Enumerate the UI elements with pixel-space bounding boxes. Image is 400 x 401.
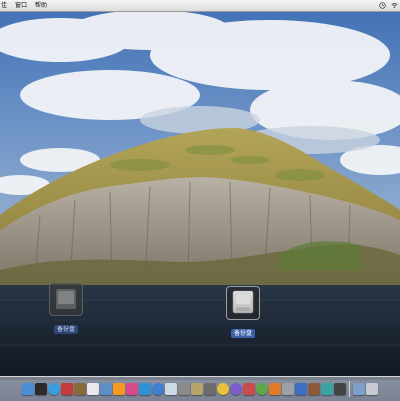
dock-safari-icon[interactable]	[48, 383, 60, 395]
dock-photoshop-icon[interactable]	[139, 383, 151, 395]
menu-bar: 佳 窗口 帮助	[0, 0, 400, 12]
hard-drive-icon	[49, 282, 83, 316]
dock-ical-icon[interactable]	[87, 383, 99, 395]
dock-preview-icon[interactable]	[100, 383, 112, 395]
dock-app-gray-icon[interactable]	[282, 383, 294, 395]
dock-illustrator-icon[interactable]	[113, 383, 125, 395]
dock-indesign-icon[interactable]	[126, 383, 138, 395]
menu-item-help[interactable]: 帮助	[31, 0, 51, 11]
dock-divider	[349, 381, 350, 397]
dock-app-green-icon[interactable]	[256, 383, 268, 395]
dock-app-purple-icon[interactable]	[230, 383, 242, 395]
menu-item-partial[interactable]: 佳	[0, 0, 11, 11]
menu-bar-status-area	[379, 0, 398, 11]
dock-app-yellow-icon[interactable]	[217, 383, 229, 395]
dock-dashboard-icon[interactable]	[35, 383, 47, 395]
dock-app-blue-icon[interactable]	[295, 383, 307, 395]
dock-address-book-icon[interactable]	[74, 383, 86, 395]
desktop-icon-backup-disk[interactable]: 备份盘	[223, 286, 263, 339]
dock-app-orange-icon[interactable]	[269, 383, 281, 395]
dock-app-teal-icon[interactable]	[321, 383, 333, 395]
dock-folder-icon[interactable]	[191, 383, 203, 395]
dock-finder-icon[interactable]	[22, 383, 34, 395]
dock-app-red-icon[interactable]	[243, 383, 255, 395]
desktop-icon-label: 备份盘	[53, 325, 78, 334]
dock-system-preferences-icon[interactable]	[178, 383, 190, 395]
menu-item-window[interactable]: 窗口	[11, 0, 31, 11]
wifi-icon[interactable]	[391, 2, 398, 9]
dock	[0, 376, 400, 401]
dock-downloads-icon[interactable]	[353, 383, 365, 395]
clock-icon[interactable]	[379, 2, 386, 9]
dock-itunes-icon[interactable]	[152, 383, 164, 395]
dock-iphoto-icon[interactable]	[165, 383, 177, 395]
dock-app-brown-icon[interactable]	[308, 383, 320, 395]
desktop-icon-label: 备份盘	[230, 329, 255, 338]
hard-drive-icon	[226, 286, 260, 320]
dock-trash-icon[interactable]	[366, 383, 378, 395]
dock-utility-icon[interactable]	[204, 383, 216, 395]
desktop-wallpaper	[0, 0, 400, 380]
dock-mail-icon[interactable]	[61, 383, 73, 395]
desktop-icon-backup-disk-dimmed[interactable]: 备份盘	[46, 282, 86, 335]
dock-app-dark-icon[interactable]	[334, 383, 346, 395]
